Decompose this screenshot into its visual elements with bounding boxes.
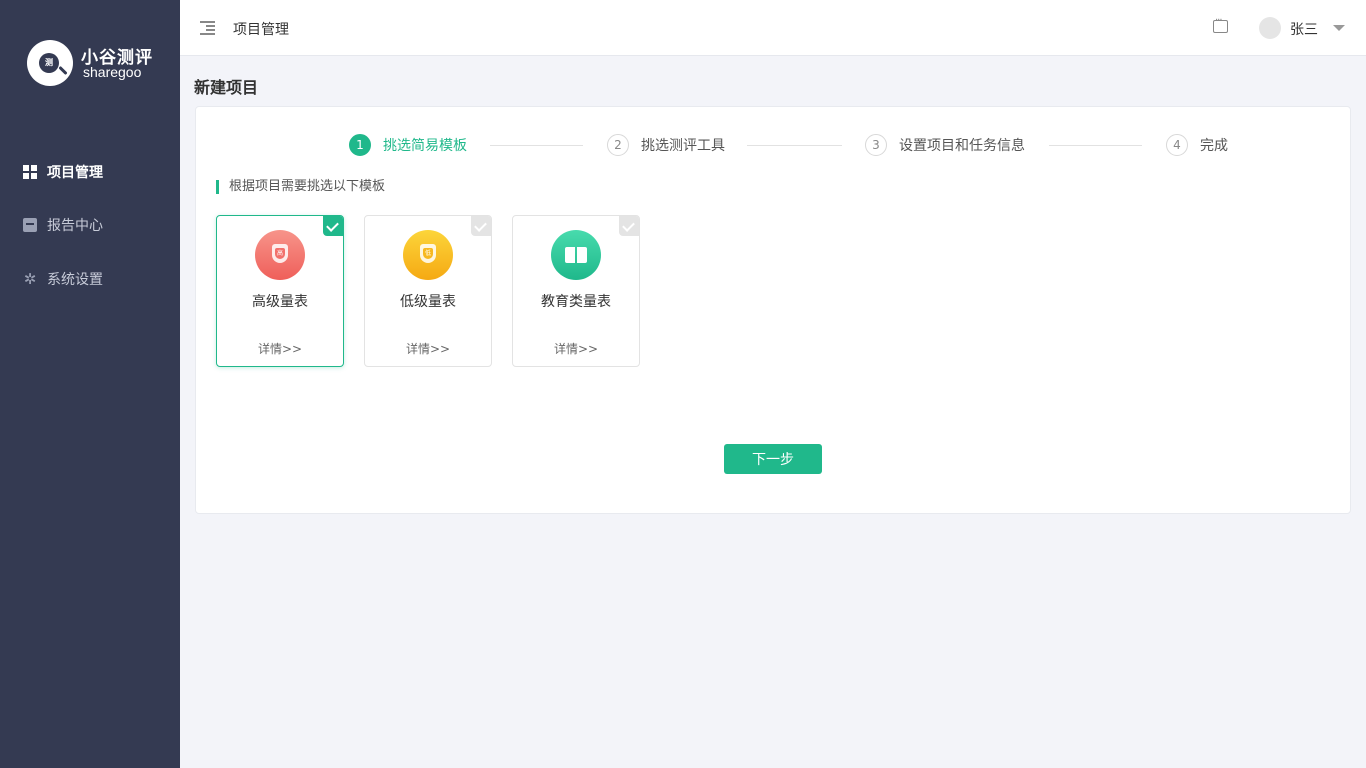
sidebar-item-report-center[interactable]: 报告中心 xyxy=(0,205,180,245)
sidebar-item-project-management[interactable]: 项目管理 xyxy=(0,152,180,192)
top-header: 项目管理 张三 xyxy=(180,0,1366,56)
sidebar-item-label: 报告中心 xyxy=(47,218,103,234)
step-1: 1 挑选简易模板 xyxy=(349,134,467,156)
sidebar-item-label: 项目管理 xyxy=(47,165,103,181)
section-label: 根据项目需要挑选以下模板 xyxy=(216,180,385,194)
template-card-basic[interactable]: 低 低级量表 详情>> xyxy=(364,215,492,367)
inbox-icon xyxy=(23,218,37,232)
template-detail-link[interactable]: 详情>> xyxy=(365,340,491,357)
template-detail-link[interactable]: 详情>> xyxy=(217,340,343,357)
logo-mark-text: 测 xyxy=(39,53,59,73)
sidebar-item-system-settings[interactable]: ✲ 系统设置 xyxy=(0,259,180,299)
step-label: 挑选简易模板 xyxy=(383,138,467,154)
shield-icon: 低 xyxy=(403,230,453,280)
template-name: 高级量表 xyxy=(252,294,308,310)
step-divider xyxy=(490,145,583,146)
avatar[interactable] xyxy=(1259,17,1281,39)
template-name: 教育类量表 xyxy=(541,294,611,310)
next-step-button[interactable]: 下一步 xyxy=(724,444,822,474)
collapse-menu-icon[interactable] xyxy=(200,21,215,35)
message-icon[interactable] xyxy=(1213,15,1228,33)
check-icon[interactable] xyxy=(471,216,491,236)
gear-icon: ✲ xyxy=(23,270,37,288)
page-title: 新建项目 xyxy=(194,78,259,97)
step-number: 2 xyxy=(607,134,629,156)
step-2: 2 挑选测评工具 xyxy=(607,134,725,156)
sidebar-item-label: 系统设置 xyxy=(47,272,103,288)
step-number: 3 xyxy=(865,134,887,156)
template-detail-link[interactable]: 详情>> xyxy=(513,340,639,357)
step-label: 挑选测评工具 xyxy=(641,138,725,154)
shield-icon: 高 xyxy=(255,230,305,280)
brand-name-en: sharegoo xyxy=(83,64,142,80)
logo-mark-icon: 测 xyxy=(27,40,73,86)
step-label: 设置项目和任务信息 xyxy=(899,138,1025,154)
step-divider xyxy=(1049,145,1142,146)
grid-icon xyxy=(23,165,37,179)
step-label: 完成 xyxy=(1200,138,1228,154)
step-divider xyxy=(747,145,842,146)
header-title: 项目管理 xyxy=(233,22,289,38)
template-name: 低级量表 xyxy=(400,294,456,310)
check-icon[interactable] xyxy=(323,216,343,236)
sidebar: 测 小谷测评 sharegoo 项目管理 报告中心 ✲ 系统设置 xyxy=(0,0,180,768)
template-card-education[interactable]: 教育类量表 详情>> xyxy=(512,215,640,367)
new-project-card: 1 挑选简易模板 2 挑选测评工具 3 设置项目和任务信息 4 完成 根据项目需… xyxy=(195,106,1351,514)
step-4: 4 完成 xyxy=(1166,134,1228,156)
step-number: 1 xyxy=(349,134,371,156)
chevron-down-icon[interactable] xyxy=(1333,25,1345,31)
user-name[interactable]: 张三 xyxy=(1290,19,1318,39)
check-icon[interactable] xyxy=(619,216,639,236)
brand-logo[interactable]: 测 小谷测评 sharegoo xyxy=(27,40,157,90)
step-3: 3 设置项目和任务信息 xyxy=(865,134,1025,156)
book-icon xyxy=(551,230,601,280)
template-card-advanced[interactable]: 高 高级量表 详情>> xyxy=(216,215,344,367)
step-number: 4 xyxy=(1166,134,1188,156)
